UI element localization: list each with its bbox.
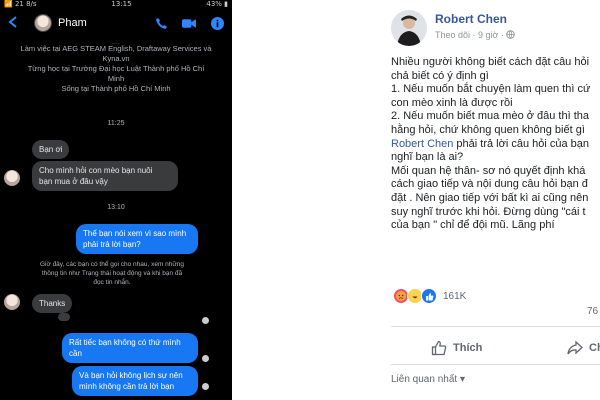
reaction-summary[interactable]: 161K bbox=[393, 288, 466, 304]
timestamp: 11:25 bbox=[107, 120, 125, 127]
system-notice: Giờ đây, các bạn có thể gọi cho nhau, xe… bbox=[12, 260, 212, 287]
divider bbox=[391, 364, 600, 365]
info-icon[interactable] bbox=[210, 16, 224, 30]
notice-line: đọc tin nhắn. bbox=[93, 279, 131, 286]
like-reaction-icon bbox=[421, 288, 437, 304]
info-line-home: Sống tại Thành phố Hồ Chí Minh bbox=[61, 84, 171, 93]
post-line: con mèo xinh là được rồi bbox=[391, 96, 513, 109]
post-line: hằng hỏi, chứ không quen không biết gì bbox=[391, 123, 585, 136]
like-label: Thích bbox=[453, 342, 483, 354]
like-button[interactable]: Thích bbox=[431, 340, 482, 356]
seen-indicator-icon bbox=[202, 355, 209, 362]
share-label: Chia bbox=[589, 342, 600, 354]
post-meta: Theo dõi · 9 giờ · bbox=[435, 30, 516, 40]
info-line-work: Làm việc tại AEG STEAM English, Draftawa… bbox=[20, 44, 212, 53]
message-text: cần bbox=[69, 349, 82, 358]
post-line: đặt . Nên giao tiếp với bất kì ai cũng n… bbox=[391, 191, 589, 204]
sender-avatar bbox=[4, 294, 20, 310]
sender-avatar bbox=[4, 170, 20, 186]
message-received[interactable]: Cho mình hỏi con mèo bạn nuôi bạn mua ở … bbox=[32, 161, 178, 191]
status-time: 13:15 bbox=[111, 0, 132, 8]
info-line-work-cont: Kyna.vn bbox=[102, 54, 130, 63]
globe-icon bbox=[506, 30, 516, 40]
seen-indicator-icon bbox=[202, 317, 209, 324]
seen-indicator-icon bbox=[202, 383, 209, 390]
follow-link[interactable]: Theo dõi bbox=[435, 30, 470, 40]
chat-header: Pham bbox=[0, 10, 232, 36]
post-line: nghĩ bạn là ai? bbox=[391, 151, 464, 164]
author-avatar[interactable] bbox=[391, 10, 427, 46]
contact-name[interactable]: Pham bbox=[58, 17, 140, 29]
contact-info: — Làm việc tại AEG STEAM English, Drafta… bbox=[0, 38, 232, 94]
message-sent[interactable]: Thế bạn nói xem vì sao mình phải trả lời… bbox=[76, 224, 198, 254]
divider bbox=[391, 326, 600, 327]
post-line: 1. Nếu muốn bắt chuyện làm quen thì cứ bbox=[391, 83, 591, 96]
post-line-text: phải trả lời câu hỏi của bạn bbox=[453, 137, 590, 150]
facebook-post: Robert Chen Theo dõi · 9 giờ · Nhiều ngư… bbox=[383, 0, 600, 400]
post-line: suy nghĩ trước khi hỏi. Đừng dùng "cái t bbox=[391, 205, 586, 218]
reaction-count: 161K bbox=[443, 290, 467, 302]
screenshot-frame: 📶 21 8/s 13:15 43% ▮ Pham — Làm việc tại… bbox=[0, 0, 600, 400]
post-time[interactable]: · 9 giờ · bbox=[473, 30, 504, 40]
post-line: Nhiều người không biết cách đặt câu hỏi bbox=[391, 56, 590, 68]
message-text: bạn mua ở đâu vậy bbox=[39, 177, 108, 186]
comment-count[interactable]: 76 bbox=[587, 306, 598, 317]
info-line-school: Từng học tại Trường Đại học Luật Thành p… bbox=[27, 64, 205, 73]
post-line: Mối quan hệ thân- sơ nó quyết định khá bbox=[391, 164, 586, 177]
author-mention-link[interactable]: Robert Chen bbox=[391, 138, 453, 150]
post-line: 2. Nếu muốn biết mua mèo ở đâu thì tha bbox=[391, 110, 589, 123]
notice-line: thông tin như Trạng thái hoạt động và kh… bbox=[41, 270, 183, 277]
post-line: chả biết có ý định gì bbox=[391, 69, 489, 82]
post-header: Robert Chen Theo dõi · 9 giờ · bbox=[383, 8, 600, 48]
message-received[interactable]: Thanks bbox=[32, 294, 73, 313]
info-line-school-cont: Minh bbox=[107, 74, 125, 83]
status-battery: 43% ▮ bbox=[206, 0, 228, 8]
message-text: mình không cần trả lời bạn bbox=[79, 382, 175, 391]
notice-line: Giờ đây, các bạn có thể gọi cho nhau, xe… bbox=[40, 261, 184, 268]
like-thumb-icon bbox=[431, 340, 447, 356]
messenger-screenshot: 📶 21 8/s 13:15 43% ▮ Pham — Làm việc tại… bbox=[0, 0, 232, 400]
post-line: Robert Chen phải trả lời câu hỏi của bạn bbox=[391, 138, 600, 152]
message-text: Rất tiếc bạn không có thứ mình bbox=[69, 338, 181, 347]
post-body: Nhiều người không biết cách đặt câu hỏi … bbox=[391, 56, 600, 233]
message-text: Cho mình hỏi con mèo bạn nuôi bbox=[39, 166, 153, 175]
post-line: của bạn " chỉ để đội mũ. Lãng phí bbox=[391, 219, 555, 232]
phone-call-icon[interactable] bbox=[154, 16, 168, 30]
share-button[interactable]: Chia bbox=[567, 340, 600, 356]
message-sent[interactable]: Và bạn hỏi không lịch sự nên mình không … bbox=[72, 366, 198, 396]
message-text: phải trả lời bạn? bbox=[83, 240, 141, 249]
post-line: cách giao tiếp và nội dung câu hỏi bạn đ bbox=[391, 178, 588, 191]
share-arrow-icon bbox=[567, 340, 583, 356]
author-name[interactable]: Robert Chen bbox=[435, 12, 507, 26]
comment-sort-dropdown[interactable]: Liên quan nhất ▾ bbox=[391, 374, 465, 385]
message-text: Và bạn hỏi không lịch sự nên bbox=[79, 371, 183, 380]
back-arrow-icon[interactable] bbox=[8, 15, 22, 31]
status-signal: 📶 21 8/s bbox=[4, 0, 37, 8]
message-sent[interactable]: Rất tiếc bạn không có thứ mình cần bbox=[62, 333, 198, 363]
status-bar: 📶 21 8/s 13:15 43% ▮ bbox=[0, 0, 232, 10]
video-call-icon[interactable] bbox=[182, 16, 196, 30]
timestamp: 13:10 bbox=[107, 204, 125, 211]
message-received[interactable]: Bạn ơi bbox=[32, 140, 70, 159]
message-text: Thế bạn nói xem vì sao mình bbox=[83, 229, 187, 238]
contact-avatar[interactable] bbox=[34, 14, 52, 32]
reaction-icon[interactable] bbox=[58, 313, 70, 321]
